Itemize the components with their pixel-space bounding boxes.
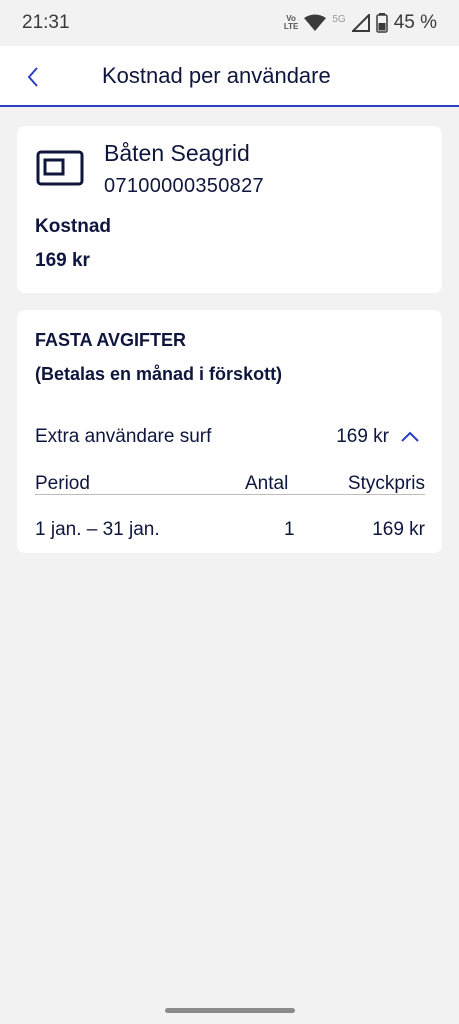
table-cell-quantity: 1 [284,519,295,540]
battery-icon [375,13,388,33]
fixed-fees-subtitle: (Betalas en månad i förskott) [35,364,283,384]
cost-label: Kostnad [35,216,111,237]
chevron-up-icon [401,431,419,442]
status-time: 21:31 [22,12,70,33]
fee-item-toggle[interactable]: Extra användare surf 169 kr [35,424,425,452]
fee-item-price: 169 kr [336,426,389,447]
network-type: 5G [332,13,346,25]
table-header-quantity: Antal [245,473,289,494]
sim-card-icon [36,150,84,186]
signal-icon [351,14,370,32]
status-bar: 21:31 Vo LTE 5G 45 % [0,0,459,46]
table-header-unit-price: Styckpris [347,473,425,494]
wifi-icon [304,14,327,31]
fee-item-name: Extra användare surf [35,426,212,447]
user-name: Båten Seagrid [104,140,250,166]
fixed-fees-title: FASTA AVGIFTER [35,330,186,350]
battery-percentage: 45 % [393,12,437,33]
chevron-left-icon [27,67,38,87]
table-header-period: Period [35,473,90,494]
home-indicator[interactable] [165,1008,295,1013]
back-button[interactable] [18,62,48,92]
user-phone-number: 07100000350827 [104,175,264,197]
table-cell-period: 1 jan. – 31 jan. [35,519,160,540]
page-title: Kostnad per användare [102,63,331,88]
table-cell-unit-price: 169 kr [372,519,425,540]
table-divider [35,494,425,495]
volte-icon: Vo LTE [283,14,299,31]
app-bar: Kostnad per användare [0,46,459,107]
status-icons: Vo LTE 5G 45 % [284,12,437,34]
cost-value: 169 kr [35,250,90,271]
